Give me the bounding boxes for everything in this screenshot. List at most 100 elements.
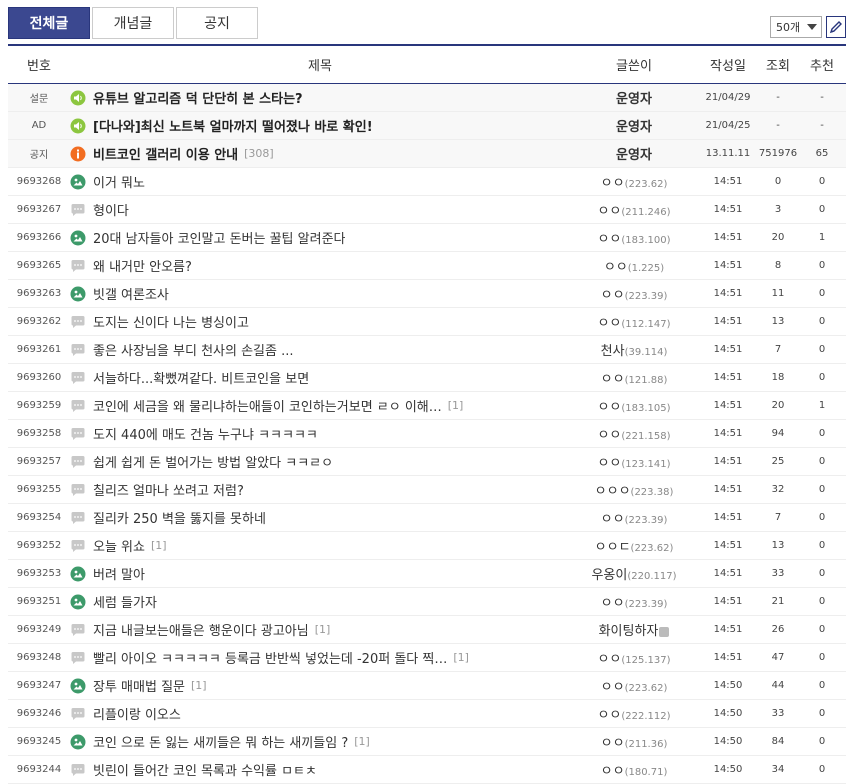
post-views: 84 (771, 736, 785, 747)
post-title-cell: 세럼 들가자 (70, 592, 570, 611)
post-title-link[interactable]: 지금 내글보는애들은 행운이다 광고아님 (93, 620, 309, 639)
post-writer[interactable]: ㅇㅇ(123.141) (570, 452, 698, 471)
post-title-link[interactable]: 형이다 (93, 200, 129, 219)
post-recommend: 0 (818, 288, 826, 299)
page-size-select[interactable]: 50개 (770, 16, 822, 38)
post-title-link[interactable]: 오늘 위쇼 (93, 536, 145, 555)
post-writer[interactable]: ㅇㅇ(125.137) (570, 648, 698, 667)
post-writer[interactable]: 운영자 (570, 88, 698, 107)
post-writer[interactable]: ㅇㅇ(183.105) (570, 396, 698, 415)
post-writer[interactable]: ㅇㅇㄷ(223.62) (570, 536, 698, 555)
post-title-link[interactable]: 질리카 250 벽을 뚫지를 못하네 (93, 508, 266, 527)
post-writer[interactable]: ㅇㅇㅇ(223.38) (570, 480, 698, 499)
reply-count[interactable]: [1] (315, 623, 331, 636)
post-recommend: - (820, 120, 824, 131)
post-date: 14:51 (713, 456, 743, 467)
table-row: 9693244 빗린이 들어간 코인 목록과 수익률 ㅁㅌㅊ ㅇㅇ(180.71) 1… (8, 756, 846, 784)
post-recommend: 0 (818, 344, 826, 355)
post-number: 9693263 (16, 288, 62, 299)
post-writer[interactable]: 천사(39.114) (570, 340, 698, 359)
writer-ip: (220.117) (627, 571, 677, 582)
post-writer[interactable]: 운영자 (570, 144, 698, 163)
post-writer[interactable]: 우옹이(220.117) (570, 564, 698, 583)
writer-ip: (112.147) (621, 319, 671, 330)
post-title-cell: 칠리즈 얼마나 쏘려고 저럼? (70, 480, 570, 499)
post-title-link[interactable]: 좋은 사장님을 부디 천사의 손길좀 ... (93, 340, 294, 359)
post-title-link[interactable]: 비트코인 갤러리 이용 안내 (93, 144, 238, 163)
post-writer[interactable]: ㅇㅇ(222.112) (570, 704, 698, 723)
image-post-icon (70, 678, 86, 694)
post-writer[interactable]: ㅇㅇ(221.158) (570, 424, 698, 443)
tab-notice[interactable]: 공지 (176, 7, 258, 39)
text-post-icon (70, 454, 86, 470)
post-date: 14:51 (713, 260, 743, 271)
post-title-cell: 장투 매매법 질문 [1] (70, 676, 570, 695)
post-title-cell: 버려 말아 (70, 564, 570, 583)
post-title-link[interactable]: 코인에 세금을 왜 물리냐하는애들이 코인하는거보면 ㄹㅇ 이해… (93, 396, 442, 415)
post-writer[interactable]: 화이팅하자 (570, 620, 698, 639)
post-writer[interactable]: ㅇㅇ(223.39) (570, 508, 698, 527)
post-writer[interactable]: ㅇㅇ(112.147) (570, 312, 698, 331)
post-number: 9693265 (16, 260, 62, 271)
post-title-link[interactable]: 이거 뭐노 (93, 172, 145, 191)
post-title-cell: 리플이랑 이오스 (70, 704, 570, 723)
post-date: 14:50 (713, 708, 743, 719)
post-views: 8 (774, 260, 782, 271)
reply-count[interactable]: [1] (453, 651, 469, 664)
post-title-link[interactable]: 도지는 신이다 나는 병싱이고 (93, 312, 249, 331)
reply-count[interactable]: [1] (151, 539, 167, 552)
post-date: 14:51 (713, 288, 743, 299)
post-title-cell: 20대 남자들아 코인말고 돈버는 꿀팁 알려준다 (70, 228, 570, 247)
table-row: 9693263 빗갤 여론조사 ㅇㅇ(223.39) 14:51 11 0 (8, 280, 846, 308)
post-recommend: 1 (818, 232, 826, 243)
post-writer[interactable]: ㅇㅇ(180.71) (570, 760, 698, 779)
reply-count[interactable]: [1] (354, 735, 370, 748)
post-writer[interactable]: ㅇㅇ(223.62) (570, 172, 698, 191)
post-title-link[interactable]: 왜 내거만 안오름? (93, 256, 192, 275)
write-post-button[interactable] (826, 16, 846, 38)
post-title-link[interactable]: 도지 440에 매도 건놈 누구냐 ㅋㅋㅋㅋㅋ (93, 424, 318, 443)
reply-count[interactable]: [1] (191, 679, 207, 692)
post-title-link[interactable]: 버려 말아 (93, 564, 145, 583)
post-title-link[interactable]: 세럼 들가자 (93, 592, 157, 611)
tab-all-posts[interactable]: 전체글 (8, 7, 90, 39)
post-title-link[interactable]: 서늘하다...확뻤껴같다. 비트코인을 보면 (93, 368, 309, 387)
post-writer[interactable]: ㅇㅇ(121.88) (570, 368, 698, 387)
image-post-icon (70, 734, 86, 750)
post-writer[interactable]: ㅇㅇ(183.100) (570, 228, 698, 247)
image-post-icon (70, 230, 86, 246)
post-writer[interactable]: 운영자 (570, 116, 698, 135)
post-date: 14:51 (713, 400, 743, 411)
post-list: 설문 유튜브 알고리즘 덕 단단히 본 스타는? 운영자 21/04/29 - - AD [다… (8, 84, 846, 784)
tab-concept-posts[interactable]: 개념글 (92, 7, 174, 39)
post-writer[interactable]: ㅇㅇ(1.225) (570, 256, 698, 275)
post-title-link[interactable]: 20대 남자들아 코인말고 돈버는 꿀팁 알려준다 (93, 228, 345, 247)
post-writer[interactable]: ㅇㅇ(223.62) (570, 676, 698, 695)
post-title-link[interactable]: 빗갤 여론조사 (93, 284, 169, 303)
table-row: 9693260 서늘하다...확뻤껴같다. 비트코인을 보면 ㅇㅇ(121.88) 1… (8, 364, 846, 392)
post-title-link[interactable]: 빨리 아이오 ㅋㅋㅋㅋㅋ 등록금 반반씩 넣었는데 -20퍼 돌다 찍… (93, 648, 447, 667)
text-post-icon (70, 650, 86, 666)
post-title-link[interactable]: 쉽게 쉽게 돈 벌어가는 방법 알았다 ㅋㅋㄹㅇ (93, 452, 333, 471)
post-number: 9693249 (16, 624, 62, 635)
post-title-link[interactable]: 리플이랑 이오스 (93, 704, 181, 723)
post-recommend: 0 (818, 764, 826, 775)
post-recommend: 0 (818, 680, 826, 691)
post-writer[interactable]: ㅇㅇ(211.36) (570, 732, 698, 751)
post-title-link[interactable]: 유튜브 알고리즘 덕 단단히 본 스타는? (93, 88, 303, 107)
post-writer[interactable]: ㅇㅇ(211.246) (570, 200, 698, 219)
post-title-link[interactable]: [다나와]최신 노트북 얼마까지 떨어졌나 바로 확인! (93, 116, 373, 135)
post-title-cell: 빗린이 들어간 코인 목록과 수익률 ㅁㅌㅊ (70, 760, 570, 779)
reply-count[interactable]: [308] (244, 147, 274, 160)
post-writer[interactable]: ㅇㅇ(223.39) (570, 284, 698, 303)
table-row: 9693262 도지는 신이다 나는 병싱이고 ㅇㅇ(112.147) 14:51 13… (8, 308, 846, 336)
post-title-link[interactable]: 칠리즈 얼마나 쏘려고 저럼? (93, 480, 244, 499)
post-recommend: 0 (818, 316, 826, 327)
post-title-link[interactable]: 장투 매매법 질문 (93, 676, 185, 695)
reply-count[interactable]: [1] (448, 399, 464, 412)
post-writer[interactable]: ㅇㅇ(223.39) (570, 592, 698, 611)
post-title-link[interactable]: 빗린이 들어간 코인 목록과 수익률 ㅁㅌㅊ (93, 760, 317, 779)
post-title-link[interactable]: 코인 으로 돈 잃는 새끼들은 뭐 하는 새끼들임 ? (93, 732, 348, 751)
post-date: 21/04/29 (705, 92, 751, 103)
post-recommend: 0 (818, 484, 826, 495)
